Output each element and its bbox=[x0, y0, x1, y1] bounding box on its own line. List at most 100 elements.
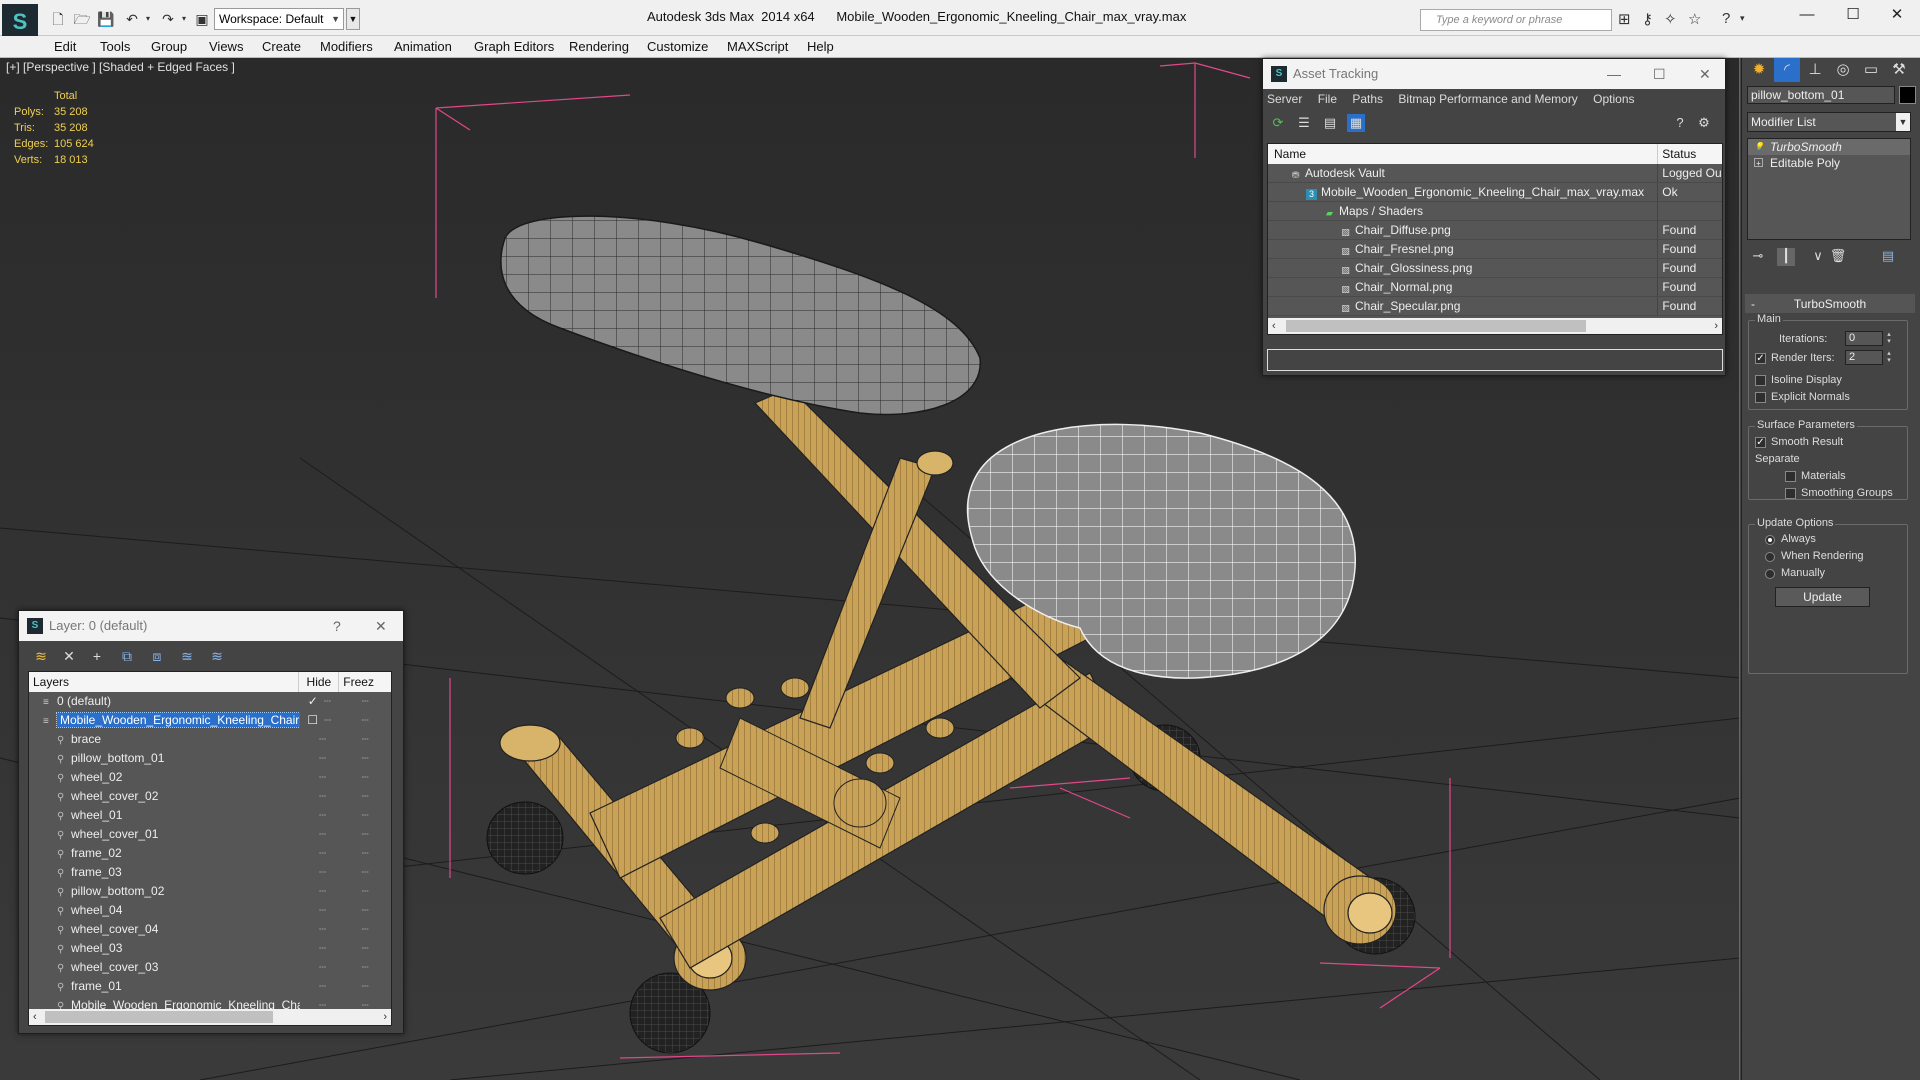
help-icon[interactable]: ? bbox=[1722, 10, 1730, 27]
menu-edit[interactable]: Edit bbox=[54, 39, 76, 54]
col-freeze[interactable]: Freez bbox=[339, 672, 391, 692]
list-view-icon[interactable]: ☰ bbox=[1295, 114, 1313, 132]
scroll-left-icon[interactable]: ‹ bbox=[33, 1009, 37, 1025]
hide-toggle[interactable]: ┄ bbox=[300, 901, 340, 920]
settings-icon[interactable]: ⚙ bbox=[1695, 114, 1713, 132]
layer-row[interactable]: ⚲ pillow_bottom_01 ┄ ┄ bbox=[29, 749, 391, 768]
remove-modifier-icon[interactable]: 🗑 bbox=[1829, 248, 1847, 266]
table-row[interactable]: ▰ Maps / Shaders bbox=[1268, 202, 1722, 221]
layer-row[interactable]: ⚲ wheel_cover_02 ┄ ┄ bbox=[29, 787, 391, 806]
quick-access-dropdown[interactable]: ▼ bbox=[346, 8, 360, 30]
menu-graph-editors[interactable]: Graph Editors bbox=[474, 39, 554, 54]
menu-options[interactable]: Options bbox=[1593, 92, 1634, 106]
close-button[interactable]: ✕ bbox=[1874, 4, 1920, 26]
undo-dropdown-icon[interactable]: ▾ bbox=[138, 10, 158, 28]
layer-window-titlebar[interactable]: S Layer: 0 (default) ? ✕ bbox=[19, 611, 403, 641]
modifier-list-dropdown[interactable]: Modifier List ▼ bbox=[1747, 112, 1911, 132]
freeze-toggle[interactable]: ┄ bbox=[339, 882, 391, 901]
hide-toggle[interactable]: ┄ bbox=[300, 730, 340, 749]
col-name[interactable]: Name bbox=[1268, 144, 1659, 164]
pin-stack-icon[interactable]: ⊸ bbox=[1749, 248, 1767, 266]
asset-tracking-titlebar[interactable]: S Asset Tracking — ☐ ✕ bbox=[1263, 59, 1725, 89]
maximize-button[interactable]: ☐ bbox=[1830, 4, 1876, 26]
hide-toggle[interactable]: ┄ bbox=[300, 806, 340, 825]
when-rendering-radio[interactable] bbox=[1765, 552, 1775, 562]
col-layers[interactable]: Layers bbox=[29, 672, 300, 692]
freeze-all-layers-icon[interactable]: ≋ bbox=[207, 647, 227, 665]
viewport-label[interactable]: [+] [Perspective ] [Shaded + Edged Faces… bbox=[6, 60, 235, 74]
scrollbar-thumb[interactable] bbox=[1286, 320, 1586, 332]
hide-toggle[interactable]: ┄ bbox=[300, 920, 340, 939]
freeze-toggle[interactable]: ┄ bbox=[339, 825, 391, 844]
create-tab-icon[interactable]: ✹ bbox=[1746, 58, 1772, 82]
detail-view-icon[interactable]: ▤ bbox=[1321, 114, 1339, 132]
configure-sets-icon[interactable]: ▤ bbox=[1879, 248, 1897, 266]
menu-modifiers[interactable]: Modifiers bbox=[320, 39, 373, 54]
hide-toggle[interactable]: ┄ bbox=[300, 844, 340, 863]
table-row[interactable]: 3 Mobile_Wooden_Ergonomic_Kneeling_Chair_… bbox=[1268, 183, 1722, 202]
table-row[interactable]: ▧ Chair_Normal.png Found bbox=[1268, 278, 1722, 297]
project-folder-icon[interactable]: ▣ bbox=[192, 10, 212, 28]
stack-item-turbosmooth[interactable]: 💡 TurboSmooth bbox=[1748, 139, 1910, 155]
freeze-toggle[interactable]: ┄ bbox=[339, 844, 391, 863]
freeze-toggle[interactable]: ┄ bbox=[339, 806, 391, 825]
hide-toggle[interactable]: ☐ ┄ bbox=[300, 711, 340, 730]
menu-file[interactable]: File bbox=[1318, 92, 1337, 106]
layer-row[interactable]: ⚲ wheel_cover_04 ┄ ┄ bbox=[29, 920, 391, 939]
hierarchy-tab-icon[interactable]: ⊥ bbox=[1802, 58, 1828, 82]
menu-rendering[interactable]: Rendering bbox=[569, 39, 629, 54]
hide-toggle[interactable]: ┄ bbox=[300, 863, 340, 882]
menu-tools[interactable]: Tools bbox=[100, 39, 130, 54]
close-icon[interactable]: ✕ bbox=[1699, 59, 1711, 89]
col-hide[interactable]: Hide bbox=[299, 672, 340, 692]
freeze-toggle[interactable]: ┄ bbox=[339, 977, 391, 996]
new-file-icon[interactable]: 🗋 bbox=[48, 10, 68, 28]
hide-toggle[interactable]: ┄ bbox=[300, 958, 340, 977]
layer-row[interactable]: ⚲ wheel_cover_01 ┄ ┄ bbox=[29, 825, 391, 844]
display-tab-icon[interactable]: ▭ bbox=[1858, 58, 1884, 82]
update-button[interactable]: Update bbox=[1775, 587, 1870, 607]
menu-help[interactable]: Help bbox=[807, 39, 834, 54]
spinner-arrows-icon[interactable]: ▴ ▾ bbox=[1885, 350, 1893, 365]
freeze-toggle[interactable]: ┄ bbox=[339, 863, 391, 882]
smooth-result-checkbox[interactable]: ✓ bbox=[1755, 437, 1766, 448]
hide-toggle[interactable]: ┄ bbox=[300, 787, 340, 806]
show-end-result-icon[interactable]: ┃ bbox=[1777, 248, 1795, 266]
close-icon[interactable]: ✕ bbox=[375, 611, 387, 641]
horizontal-scrollbar[interactable]: ‹ › bbox=[1268, 318, 1722, 334]
freeze-toggle[interactable]: ┄ bbox=[339, 692, 391, 711]
menu-customize[interactable]: Customize bbox=[647, 39, 708, 54]
bulb-icon[interactable]: 💡 bbox=[1754, 142, 1764, 151]
object-name-field[interactable]: pillow_bottom_01 bbox=[1747, 86, 1895, 104]
layer-row[interactable]: ⚲ frame_01 ┄ ┄ bbox=[29, 977, 391, 996]
expand-icon[interactable]: + bbox=[1754, 158, 1763, 168]
key-icon[interactable]: ⚷ bbox=[1642, 10, 1653, 28]
scroll-right-icon[interactable]: › bbox=[383, 1009, 387, 1025]
hide-toggle[interactable]: ┄ bbox=[300, 882, 340, 901]
table-row[interactable]: ▧ Chair_Diffuse.png Found bbox=[1268, 221, 1722, 240]
search-input[interactable]: Type a keyword or phrase bbox=[1420, 9, 1612, 31]
iterations-spinner[interactable]: 0 bbox=[1845, 331, 1883, 346]
spinner-arrows-icon[interactable]: ▴ ▾ bbox=[1885, 331, 1893, 346]
redo-dropdown-icon[interactable]: ▾ bbox=[174, 10, 194, 28]
layer-row[interactable]: ⚲ wheel_04 ┄ ┄ bbox=[29, 901, 391, 920]
scroll-right-icon[interactable]: › bbox=[1714, 318, 1718, 334]
col-status[interactable]: Status bbox=[1658, 144, 1722, 164]
menu-animation[interactable]: Animation bbox=[394, 39, 452, 54]
render-iters-spinner[interactable]: 2 bbox=[1845, 350, 1883, 365]
help-dropdown-icon[interactable]: ▾ bbox=[1740, 13, 1745, 24]
current-layer-marker[interactable]: ✓ bbox=[308, 694, 318, 708]
utilities-tab-icon[interactable]: ⚒ bbox=[1886, 58, 1912, 82]
hide-toggle[interactable]: ✓ ┄ bbox=[300, 692, 340, 711]
horizontal-scrollbar[interactable]: ‹ › bbox=[29, 1009, 391, 1025]
layer-row[interactable]: ⚲ wheel_01 ┄ ┄ bbox=[29, 806, 391, 825]
scrollbar-thumb[interactable] bbox=[45, 1011, 273, 1023]
menu-create[interactable]: Create bbox=[262, 39, 301, 54]
hide-toggle[interactable]: ┄ bbox=[300, 768, 340, 787]
make-unique-icon[interactable]: ∨ bbox=[1809, 248, 1827, 266]
always-radio[interactable] bbox=[1765, 535, 1775, 545]
delete-layer-icon[interactable]: ✕ bbox=[59, 647, 79, 665]
select-in-layer-icon[interactable]: ⧉ bbox=[117, 647, 137, 665]
favorites-star-icon[interactable]: ☆ bbox=[1688, 10, 1701, 28]
hide-toggle[interactable]: ┄ bbox=[300, 977, 340, 996]
